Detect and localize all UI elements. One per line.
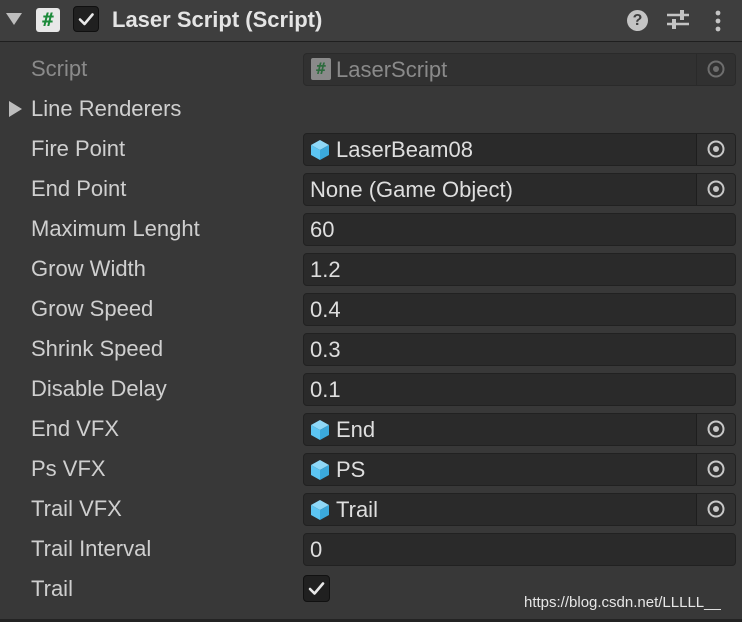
prefab-cube-icon bbox=[311, 460, 329, 480]
property-row-script: Script # LaserScript bbox=[0, 49, 742, 89]
field-value: 0.1 bbox=[310, 377, 341, 402]
property-label: Trail VFX bbox=[31, 496, 122, 521]
script-icon: # bbox=[36, 8, 60, 32]
field-value: None (Game Object) bbox=[310, 177, 513, 202]
component-enable-checkbox[interactable] bbox=[73, 6, 99, 32]
property-label: Grow Width bbox=[31, 256, 146, 281]
field-value: PS bbox=[336, 457, 366, 482]
property-label: Trail bbox=[31, 576, 73, 601]
property-row-end-point: End Point None (Game Object) bbox=[0, 169, 742, 209]
field-value: LaserBeam08 bbox=[336, 137, 473, 162]
object-picker-button bbox=[696, 54, 735, 85]
kebab-menu-icon[interactable] bbox=[710, 9, 726, 33]
inspector-panel: # Laser Script (Script) ? Script # Laser… bbox=[0, 0, 742, 622]
property-label: End Point bbox=[31, 176, 127, 201]
target-icon bbox=[707, 420, 725, 438]
trail-interval-input[interactable]: 0 bbox=[303, 533, 736, 566]
target-icon bbox=[707, 460, 725, 478]
property-label: End VFX bbox=[31, 416, 120, 441]
property-label: Disable Delay bbox=[31, 376, 167, 401]
property-label: Shrink Speed bbox=[31, 336, 164, 361]
script-icon: # bbox=[311, 58, 331, 80]
checkmark-icon bbox=[78, 13, 94, 26]
field-value: Trail bbox=[336, 497, 378, 522]
property-row-fire-point: Fire Point LaserBeam08 bbox=[0, 129, 742, 169]
end-vfx-object-field[interactable]: End bbox=[303, 413, 736, 446]
field-value: 0 bbox=[310, 537, 323, 562]
field-value: End bbox=[336, 417, 376, 442]
ps-vfx-object-field[interactable]: PS bbox=[303, 453, 736, 486]
object-picker-button[interactable] bbox=[696, 134, 735, 165]
foldout-line-renderers[interactable]: Line Renderers bbox=[0, 89, 742, 129]
checkmark-icon bbox=[308, 582, 325, 595]
property-label: Ps VFX bbox=[31, 456, 106, 481]
field-value: 1.2 bbox=[310, 257, 341, 282]
property-row-trail-vfx: Trail VFX Trail bbox=[0, 489, 742, 529]
prefab-cube-icon bbox=[311, 500, 329, 520]
field-value: LaserScript bbox=[336, 57, 448, 82]
watermark-text: https://blog.csdn.net/LLLLL__ bbox=[524, 594, 721, 611]
property-label: Maximum Lenght bbox=[31, 216, 200, 241]
property-label: Fire Point bbox=[31, 136, 126, 161]
target-icon bbox=[707, 140, 725, 158]
property-row-end-vfx: End VFX End bbox=[0, 409, 742, 449]
foldout-label[interactable]: Line Renderers bbox=[31, 95, 181, 123]
presets-icon[interactable] bbox=[666, 9, 690, 31]
disable-delay-input[interactable]: 0.1 bbox=[303, 373, 736, 406]
target-icon bbox=[707, 500, 725, 518]
object-picker-button[interactable] bbox=[696, 494, 735, 525]
component-title: Laser Script (Script) bbox=[112, 7, 323, 32]
component-header[interactable]: # Laser Script (Script) ? bbox=[0, 0, 742, 42]
property-label: Trail Interval bbox=[31, 536, 152, 561]
target-icon bbox=[707, 180, 725, 198]
object-picker-button[interactable] bbox=[696, 414, 735, 445]
property-row-disable-delay: Disable Delay 0.1 bbox=[0, 369, 742, 409]
property-row-ps-vfx: Ps VFX PS bbox=[0, 449, 742, 489]
property-label: Script bbox=[31, 56, 88, 81]
grow-width-input[interactable]: 1.2 bbox=[303, 253, 736, 286]
field-value: 0.4 bbox=[310, 297, 341, 322]
target-icon bbox=[707, 60, 725, 78]
field-value: 60 bbox=[310, 217, 335, 242]
property-row-grow-speed: Grow Speed 0.4 bbox=[0, 289, 742, 329]
property-row-grow-width: Grow Width 1.2 bbox=[0, 249, 742, 289]
fire-point-object-field[interactable]: LaserBeam08 bbox=[303, 133, 736, 166]
prefab-cube-icon bbox=[311, 420, 329, 440]
property-row-trail-interval: Trail Interval 0 bbox=[0, 529, 742, 569]
prefab-cube-icon bbox=[311, 140, 329, 160]
maximum-lenght-input[interactable]: 60 bbox=[303, 213, 736, 246]
shrink-speed-input[interactable]: 0.3 bbox=[303, 333, 736, 366]
trail-checkbox[interactable] bbox=[303, 575, 330, 602]
help-icon[interactable]: ? bbox=[627, 10, 648, 31]
object-picker-button[interactable] bbox=[696, 174, 735, 205]
object-picker-button[interactable] bbox=[696, 454, 735, 485]
foldout-arrow-icon[interactable] bbox=[9, 101, 22, 117]
property-label: Grow Speed bbox=[31, 296, 154, 321]
grow-speed-input[interactable]: 0.4 bbox=[303, 293, 736, 326]
fold-arrow-icon[interactable] bbox=[6, 13, 22, 25]
end-point-object-field[interactable]: None (Game Object) bbox=[303, 173, 736, 206]
field-value: 0.3 bbox=[310, 337, 341, 362]
property-row-shrink-speed: Shrink Speed 0.3 bbox=[0, 329, 742, 369]
trail-vfx-object-field[interactable]: Trail bbox=[303, 493, 736, 526]
script-field: # LaserScript bbox=[303, 53, 736, 86]
property-row-maximum-lenght: Maximum Lenght 60 bbox=[0, 209, 742, 249]
